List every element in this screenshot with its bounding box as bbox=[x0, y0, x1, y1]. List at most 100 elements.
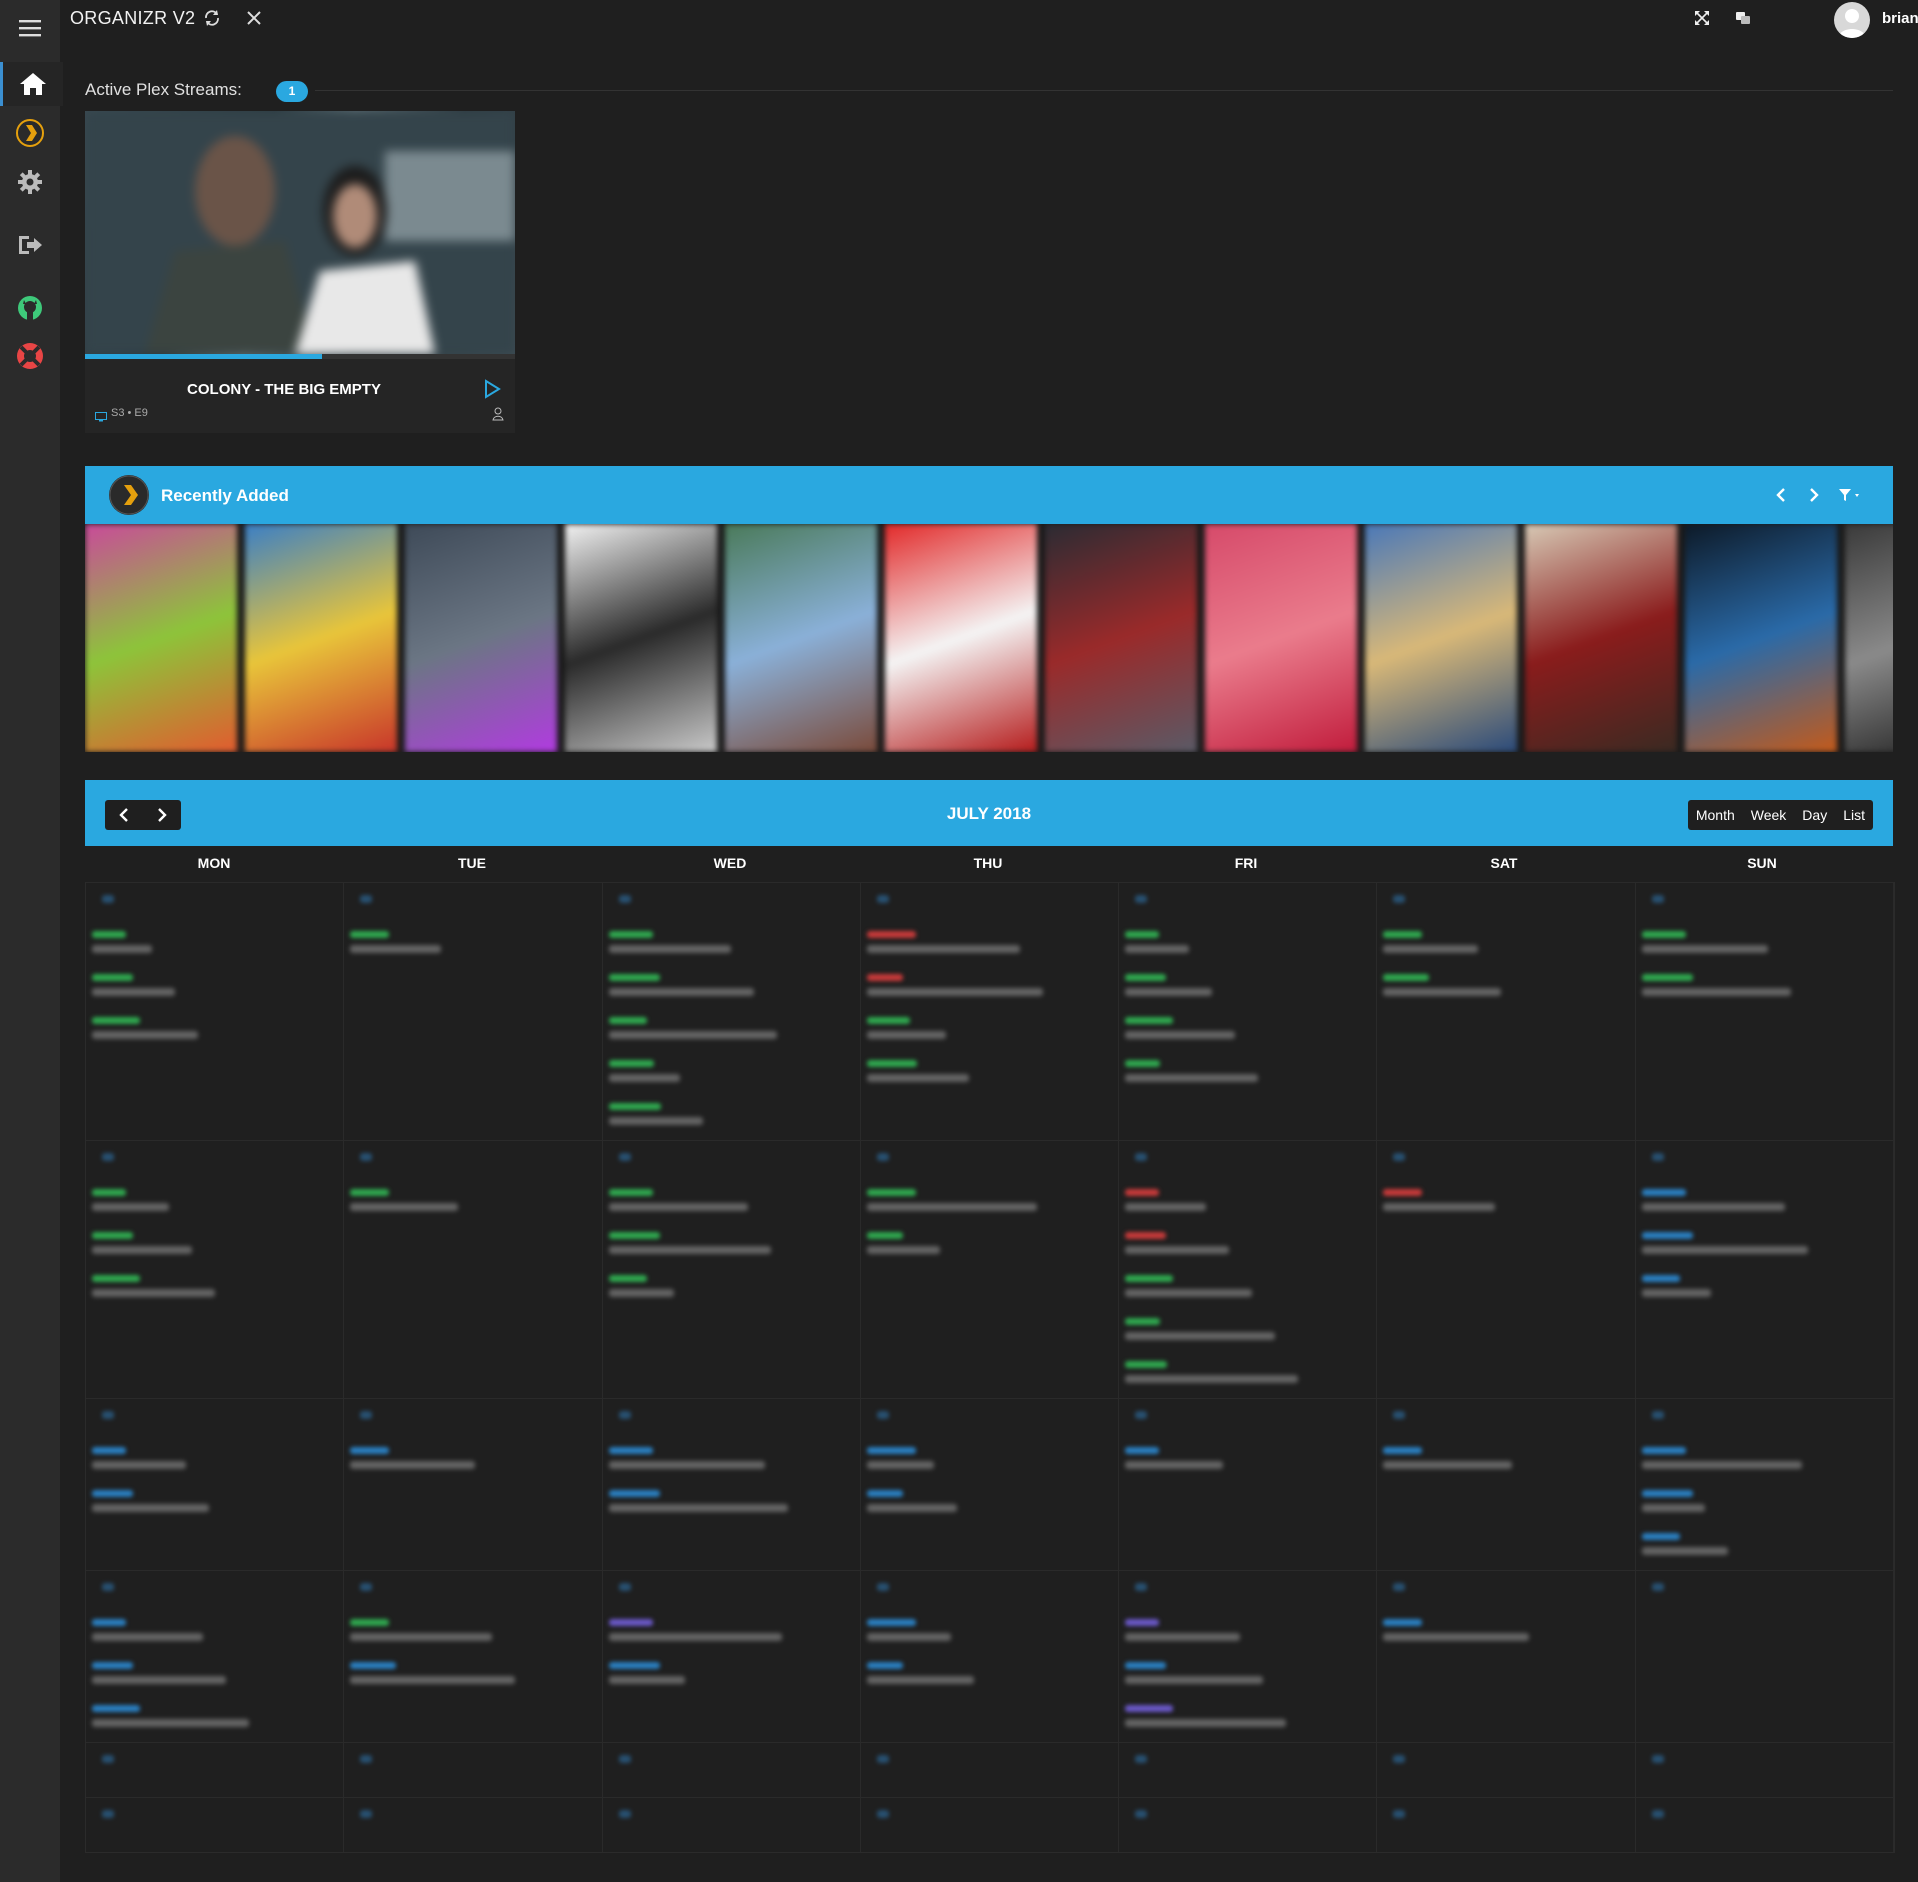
poster-item[interactable] bbox=[245, 524, 397, 752]
calendar-event-title[interactable] bbox=[1641, 988, 1791, 996]
calendar-day-cell[interactable] bbox=[1377, 1797, 1636, 1852]
calendar-event-time[interactable] bbox=[350, 1619, 390, 1626]
calendar-event-time[interactable] bbox=[866, 1619, 916, 1626]
poster-item[interactable] bbox=[725, 524, 877, 752]
calendar-event-title[interactable] bbox=[866, 1074, 969, 1082]
calendar-event-title[interactable] bbox=[350, 1633, 493, 1641]
calendar-event-time[interactable] bbox=[608, 974, 660, 981]
calendar-event-title[interactable] bbox=[1641, 1461, 1802, 1469]
calendar-event-time[interactable] bbox=[92, 931, 126, 938]
calendar-event-time[interactable] bbox=[866, 1662, 903, 1669]
calendar-event-time[interactable] bbox=[866, 931, 916, 938]
calendar-day-cell[interactable] bbox=[1377, 882, 1636, 1140]
user-menu[interactable]: briandm81▾ bbox=[1882, 10, 1918, 27]
calendar-event-time[interactable] bbox=[608, 1189, 653, 1196]
calendar-event-time[interactable] bbox=[1125, 1318, 1161, 1325]
recent-prev-button[interactable] bbox=[1768, 482, 1794, 508]
calendar-event-title[interactable] bbox=[866, 1633, 951, 1641]
calendar-day-cell[interactable] bbox=[602, 1797, 861, 1852]
calendar-event-time[interactable] bbox=[1383, 931, 1423, 938]
calendar-event-title[interactable] bbox=[608, 945, 731, 953]
calendar-event-time[interactable] bbox=[608, 1103, 661, 1110]
calendar-event-time[interactable] bbox=[608, 1275, 647, 1282]
calendar-event-time[interactable] bbox=[1641, 1533, 1680, 1540]
calendar-event-title[interactable] bbox=[92, 1246, 192, 1254]
calendar-event-title[interactable] bbox=[608, 1633, 782, 1641]
sidebar-item-settings[interactable] bbox=[0, 160, 60, 204]
calendar-event-time[interactable] bbox=[1383, 1619, 1423, 1626]
calendar-day-cell[interactable] bbox=[1377, 1570, 1636, 1742]
calendar-day-cell[interactable] bbox=[1119, 1570, 1378, 1742]
calendar-day-cell[interactable] bbox=[344, 1570, 603, 1742]
poster-item[interactable] bbox=[885, 524, 1037, 752]
sidebar-item-home[interactable] bbox=[0, 62, 63, 106]
sidebar-item-logout[interactable] bbox=[0, 223, 60, 267]
calendar-event-time[interactable] bbox=[350, 1189, 390, 1196]
calendar-event-time[interactable] bbox=[92, 1232, 133, 1239]
calendar-event-time[interactable] bbox=[608, 1490, 660, 1497]
calendar-event-title[interactable] bbox=[1383, 945, 1479, 953]
calendar-day-cell[interactable] bbox=[860, 1742, 1120, 1797]
calendar-day-cell[interactable] bbox=[1119, 1140, 1378, 1398]
calendar-event-time[interactable] bbox=[1641, 931, 1686, 938]
calendar-event-title[interactable] bbox=[608, 988, 754, 996]
calendar-event-time[interactable] bbox=[350, 1447, 390, 1454]
sidebar-item-github[interactable] bbox=[0, 286, 60, 330]
calendar-event-time[interactable] bbox=[1125, 1619, 1160, 1626]
calendar-day-cell[interactable] bbox=[602, 882, 861, 1140]
menu-toggle-button[interactable] bbox=[0, 6, 60, 50]
calendar-event-title[interactable] bbox=[350, 1203, 459, 1211]
calendar-event-title[interactable] bbox=[92, 1504, 209, 1512]
calendar-event-time[interactable] bbox=[350, 931, 390, 938]
calendar-event-title[interactable] bbox=[866, 1504, 957, 1512]
calendar-event-title[interactable] bbox=[608, 1246, 771, 1254]
poster-item[interactable] bbox=[1685, 524, 1837, 752]
calendar-event-time[interactable] bbox=[608, 1232, 660, 1239]
calendar-day-cell[interactable] bbox=[1635, 882, 1894, 1140]
calendar-event-title[interactable] bbox=[92, 1633, 203, 1641]
calendar-event-title[interactable] bbox=[1125, 945, 1190, 953]
calendar-event-title[interactable] bbox=[1125, 1375, 1299, 1383]
calendar-event-title[interactable] bbox=[608, 1031, 777, 1039]
calendar-day-cell[interactable] bbox=[1635, 1742, 1894, 1797]
poster-item[interactable] bbox=[405, 524, 557, 752]
calendar-event-time[interactable] bbox=[1125, 931, 1160, 938]
calendar-event-title[interactable] bbox=[608, 1461, 765, 1469]
view-list-button[interactable]: List bbox=[1835, 800, 1873, 830]
poster-item[interactable] bbox=[1045, 524, 1197, 752]
poster-item[interactable] bbox=[1205, 524, 1357, 752]
calendar-day-cell[interactable] bbox=[860, 1570, 1120, 1742]
calendar-event-title[interactable] bbox=[608, 1289, 674, 1297]
poster-item[interactable] bbox=[85, 524, 237, 752]
calendar-event-title[interactable] bbox=[1125, 1461, 1224, 1469]
calendar-day-cell[interactable] bbox=[1635, 1140, 1894, 1398]
calendar-day-cell[interactable] bbox=[860, 882, 1120, 1140]
calendar-event-time[interactable] bbox=[92, 1017, 140, 1024]
calendar-day-cell[interactable] bbox=[344, 1797, 603, 1852]
calendar-event-title[interactable] bbox=[608, 1676, 685, 1684]
calendar-day-cell[interactable] bbox=[344, 882, 603, 1140]
calendar-day-cell[interactable] bbox=[86, 1797, 345, 1852]
calendar-event-title[interactable] bbox=[866, 1203, 1037, 1211]
calendar-day-cell[interactable] bbox=[86, 882, 345, 1140]
calendar-event-title[interactable] bbox=[608, 1504, 788, 1512]
view-week-button[interactable]: Week bbox=[1743, 800, 1795, 830]
calendar-event-title[interactable] bbox=[866, 1461, 934, 1469]
calendar-event-time[interactable] bbox=[866, 1060, 917, 1067]
recent-filter-button[interactable] bbox=[1835, 482, 1867, 508]
calendar-day-cell[interactable] bbox=[1635, 1797, 1894, 1852]
calendar-day-cell[interactable] bbox=[1377, 1398, 1636, 1570]
calendar-event-title[interactable] bbox=[1383, 1633, 1530, 1641]
calendar-event-time[interactable] bbox=[866, 974, 903, 981]
calendar-event-title[interactable] bbox=[350, 1676, 516, 1684]
calendar-event-title[interactable] bbox=[866, 945, 1020, 953]
calendar-event-title[interactable] bbox=[92, 988, 175, 996]
close-tab-button[interactable] bbox=[242, 6, 266, 30]
calendar-event-time[interactable] bbox=[92, 1705, 140, 1712]
calendar-event-title[interactable] bbox=[1125, 1633, 1241, 1641]
calendar-event-time[interactable] bbox=[866, 1490, 903, 1497]
calendar-day-cell[interactable] bbox=[86, 1570, 345, 1742]
calendar-event-time[interactable] bbox=[866, 1189, 916, 1196]
calendar-event-title[interactable] bbox=[608, 1117, 703, 1125]
calendar-event-title[interactable] bbox=[1641, 1246, 1808, 1254]
